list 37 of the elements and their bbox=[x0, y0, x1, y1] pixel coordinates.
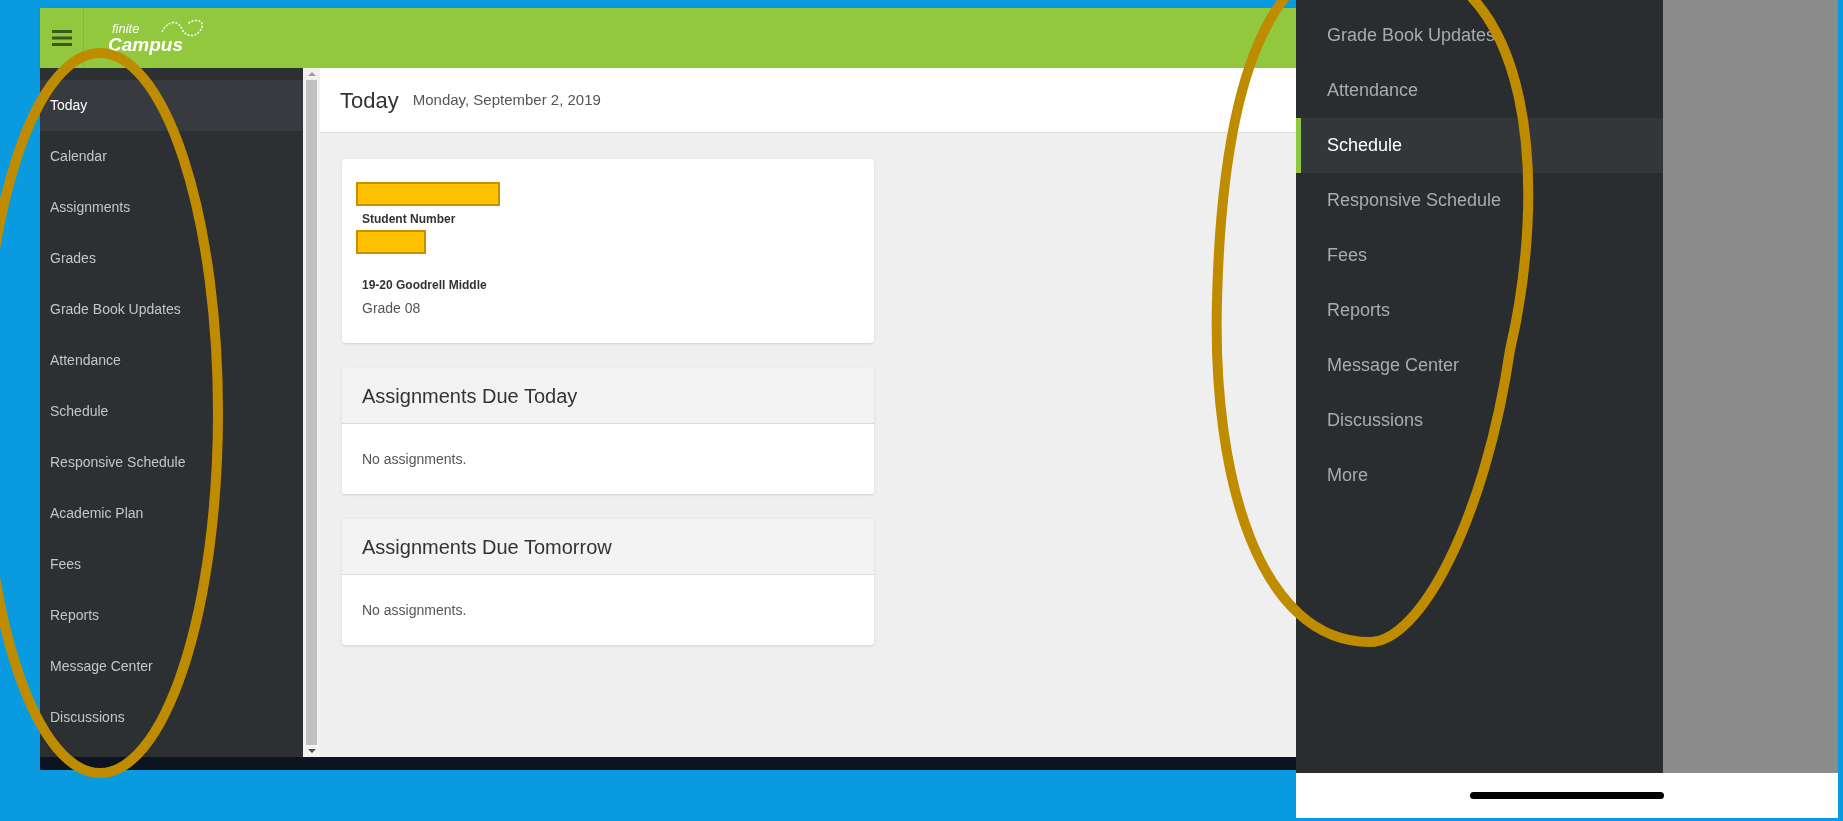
sidebar-item[interactable]: Calendar bbox=[40, 131, 303, 182]
empty-message: No assignments. bbox=[362, 449, 467, 469]
drawer-item[interactable]: Grade Book Updates bbox=[1296, 8, 1663, 63]
school-name: 19-20 Goodrell Middle bbox=[362, 277, 488, 294]
drawer-item[interactable]: More bbox=[1296, 448, 1663, 503]
drawer-item[interactable]: Reports bbox=[1296, 283, 1663, 338]
scroll-up-icon[interactable] bbox=[307, 72, 316, 76]
sidebar-item[interactable]: Responsive Schedule bbox=[40, 437, 303, 488]
sidebar-item[interactable]: Message Center bbox=[40, 641, 303, 692]
drawer-item[interactable]: Responsive Schedule bbox=[1296, 173, 1663, 228]
page-title: Today bbox=[340, 86, 399, 115]
drawer-item[interactable]: Schedule bbox=[1296, 118, 1663, 173]
drawer-item[interactable]: Attendance bbox=[1296, 63, 1663, 118]
sidebar-item[interactable]: Grade Book Updates bbox=[40, 284, 303, 335]
logo-text: Campus bbox=[108, 35, 183, 54]
sidebar-item[interactable]: Fees bbox=[40, 539, 303, 590]
sidebar-item[interactable]: Reports bbox=[40, 590, 303, 641]
grade-text: Grade 08 bbox=[362, 299, 422, 318]
drawer-item[interactable]: Message Center bbox=[1296, 338, 1663, 393]
sidebar-item[interactable]: Academic Plan bbox=[40, 488, 303, 539]
drawer-item[interactable]: Discussions bbox=[1296, 393, 1663, 448]
logo-text: finite bbox=[112, 22, 141, 35]
sidebar-item[interactable]: Assignments bbox=[40, 182, 303, 233]
page-date: Monday, September 2, 2019 bbox=[412, 89, 601, 110]
sidebar-item[interactable]: Discussions bbox=[40, 692, 303, 743]
drawer-item[interactable]: Fees bbox=[1296, 228, 1663, 283]
sidebar-item[interactable]: Grades bbox=[40, 233, 303, 284]
redaction-bar bbox=[356, 230, 426, 254]
sidebar-item[interactable]: Attendance bbox=[40, 335, 303, 386]
sidebar-item[interactable]: Schedule bbox=[40, 386, 303, 437]
field-label: Student Number bbox=[362, 211, 457, 228]
scroll-thumb[interactable] bbox=[306, 80, 317, 745]
sidebar-item[interactable]: Today bbox=[40, 80, 303, 131]
empty-message: No assignments. bbox=[362, 600, 467, 620]
scroll-down-icon[interactable] bbox=[307, 749, 316, 753]
panel-title: Assignments Due Today bbox=[362, 383, 578, 409]
panel-title: Assignments Due Tomorrow bbox=[362, 534, 612, 560]
